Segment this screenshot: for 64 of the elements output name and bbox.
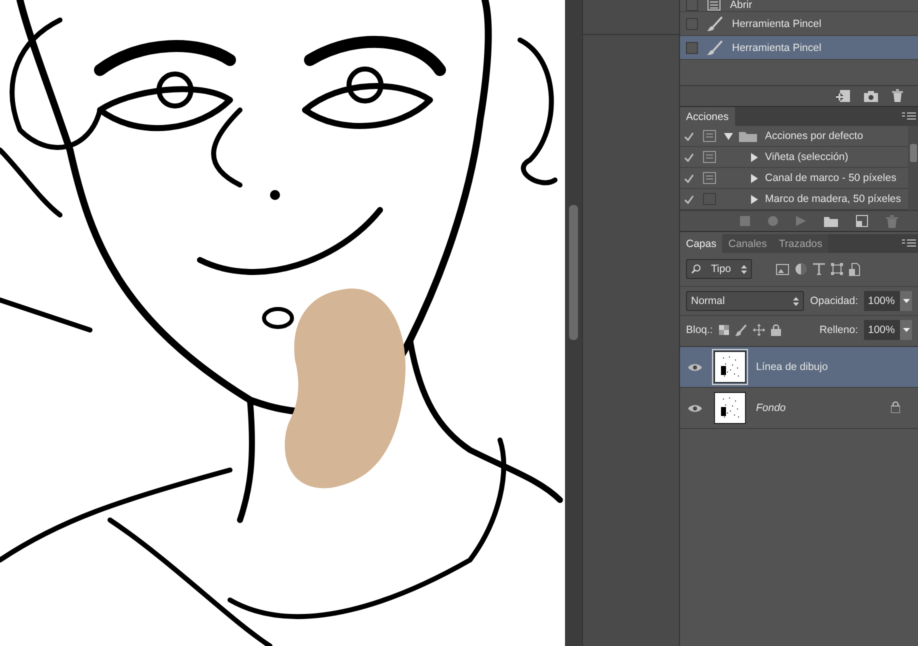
brush-icon[interactable] <box>734 324 747 336</box>
fill-field[interactable]: 100% <box>864 320 900 340</box>
snapshot-checkbox[interactable] <box>686 18 698 30</box>
eye-icon[interactable] <box>688 404 702 412</box>
expanded-triangle-icon[interactable] <box>724 132 733 140</box>
updown-icon <box>793 296 800 306</box>
layer-name: Fondo <box>756 402 787 414</box>
move-icon[interactable] <box>752 324 765 336</box>
adjustment-filter-icon[interactable] <box>795 263 807 275</box>
shape-filter-icon[interactable] <box>831 263 843 275</box>
check-icon[interactable] <box>684 174 694 182</box>
scrollbar-thumb[interactable] <box>910 144 916 162</box>
check-icon[interactable] <box>684 152 694 162</box>
panel-tab[interactable]: Trazados <box>772 234 828 253</box>
dropdown-arrow-icon[interactable] <box>902 299 910 303</box>
opacity-label: Opacidad: <box>810 295 858 307</box>
dropdown-arrow-icon[interactable] <box>902 328 910 332</box>
type-filter-icon[interactable] <box>813 263 825 275</box>
lock-icon[interactable] <box>770 324 781 336</box>
dialog-toggle-icon[interactable] <box>702 151 716 163</box>
layer-thumbnail <box>714 351 746 383</box>
new-document-icon[interactable] <box>835 89 851 103</box>
folder-icon <box>739 130 757 142</box>
action-item[interactable]: Canal de marco - 50 píxeles <box>680 168 908 189</box>
panel-menu-icon[interactable] <box>902 112 916 120</box>
history-item[interactable]: Herramienta Pincel <box>680 36 918 60</box>
search-icon <box>691 264 701 274</box>
fill-label: Relleno: <box>819 324 858 336</box>
panel-tab[interactable]: Capas <box>680 234 722 253</box>
lock-transparency-icon[interactable] <box>718 325 729 335</box>
brush-icon <box>706 40 724 56</box>
actions-tab[interactable]: Acciones <box>680 107 735 126</box>
document-icon <box>706 0 722 11</box>
collapsed-triangle-icon[interactable] <box>750 174 759 182</box>
layer-name: Línea de dibujo <box>756 361 829 373</box>
lock-label: Bloq.: <box>686 324 713 336</box>
layer-item[interactable]: Línea de dibujo <box>680 347 918 388</box>
opacity-field[interactable]: 100% <box>864 291 900 311</box>
collapsed-triangle-icon[interactable] <box>750 194 759 204</box>
action-item[interactable]: Acciones por defecto <box>680 126 908 147</box>
action-item[interactable]: Viñeta (selección) <box>680 147 908 168</box>
panel-menu-icon[interactable] <box>902 238 916 246</box>
updown-icon <box>740 264 747 274</box>
snapshot-checkbox[interactable] <box>686 42 698 54</box>
history-item[interactable]: Abrir <box>680 0 918 12</box>
check-icon[interactable] <box>684 194 694 204</box>
image-filter-icon[interactable] <box>776 264 789 274</box>
filter-dropdown[interactable]: Tipo <box>686 259 752 279</box>
layer-thumbnail <box>714 392 746 424</box>
panel-tab[interactable]: Canales <box>722 234 773 253</box>
check-icon[interactable] <box>684 132 694 140</box>
new-item-icon[interactable] <box>856 215 868 227</box>
snapshot-checkbox[interactable] <box>686 0 698 11</box>
collapsed-triangle-icon[interactable] <box>750 152 759 162</box>
trash-icon[interactable] <box>891 89 904 103</box>
dialog-toggle-icon[interactable] <box>702 172 716 184</box>
blend-mode-dropdown[interactable]: Normal <box>686 291 804 311</box>
camera-icon[interactable] <box>863 90 879 102</box>
scrollbar-thumb[interactable] <box>569 205 578 340</box>
dialog-toggle-icon[interactable] <box>702 130 716 142</box>
folder-icon[interactable] <box>824 216 838 226</box>
eye-icon[interactable] <box>688 362 702 372</box>
brush-icon <box>706 16 724 32</box>
smart-object-filter-icon[interactable] <box>849 262 860 276</box>
